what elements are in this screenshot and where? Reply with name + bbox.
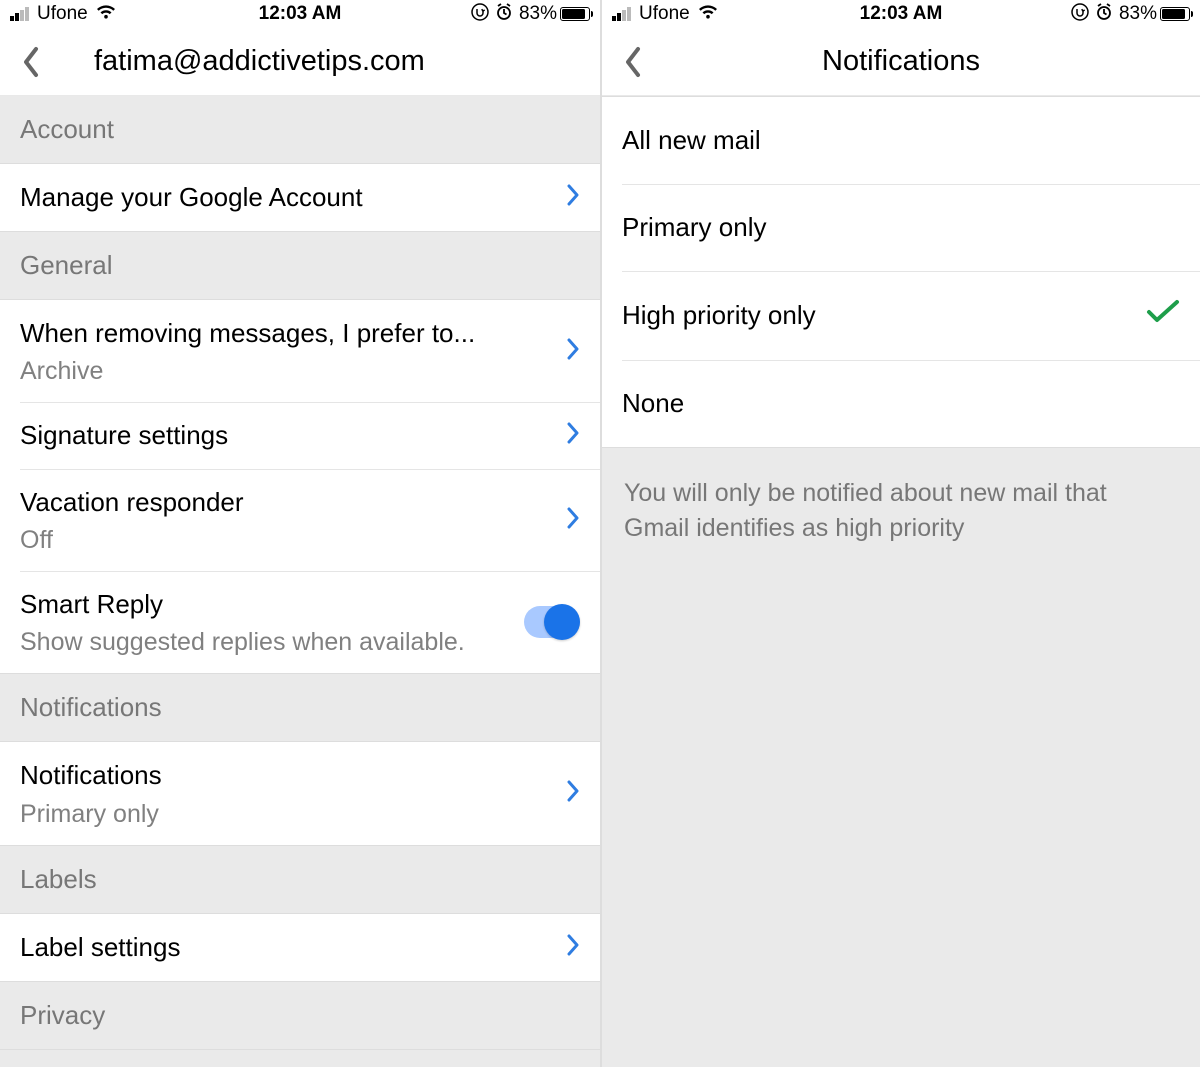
row-title: When removing messages, I prefer to... — [20, 316, 556, 351]
chevron-right-icon — [566, 422, 580, 449]
row-title: Smart Reply — [20, 587, 514, 622]
option-label: All new mail — [622, 125, 1180, 156]
back-button[interactable] — [8, 39, 54, 85]
orientation-lock-icon — [1071, 3, 1089, 26]
row-title: Manage your Google Account — [20, 180, 556, 215]
row-subtitle: Off — [20, 526, 556, 555]
option-primary-only[interactable]: Primary only — [602, 184, 1200, 271]
status-bar: Ufone 12:03 AM 83% — [0, 0, 600, 28]
battery-indicator: 83% — [519, 3, 590, 25]
option-label: High priority only — [622, 300, 1146, 331]
page-title: Notifications — [822, 45, 980, 78]
orientation-lock-icon — [471, 3, 489, 26]
row-manage-google-account[interactable]: Manage your Google Account — [0, 164, 600, 231]
row-signature-settings[interactable]: Signature settings — [0, 402, 600, 469]
option-high-priority-only[interactable]: High priority only — [602, 271, 1200, 360]
section-header-labels: Labels — [0, 845, 600, 914]
chevron-right-icon — [566, 184, 580, 211]
phone-notifications-options: Ufone 12:03 AM 83% Notifications — [600, 0, 1200, 1067]
nav-header: Notifications — [602, 28, 1200, 96]
chevron-right-icon — [566, 507, 580, 534]
section-header-account: Account — [0, 96, 600, 164]
wifi-icon — [698, 4, 718, 25]
row-remove-pref[interactable]: When removing messages, I prefer to... A… — [0, 300, 600, 402]
battery-indicator: 83% — [1119, 3, 1190, 25]
cell-signal-icon — [10, 7, 29, 21]
row-subtitle: Show suggested replies when available. — [20, 628, 514, 657]
status-right: 83% — [1071, 3, 1190, 26]
option-label: None — [622, 388, 1180, 419]
page-title: fatima@addictivetips.com — [94, 45, 425, 78]
cell-signal-icon — [612, 7, 631, 21]
row-smart-reply[interactable]: Smart Reply Show suggested replies when … — [0, 571, 600, 673]
notification-options-group: All new mail Primary only High priority … — [602, 96, 1200, 447]
section-header-privacy: Privacy — [0, 981, 600, 1050]
battery-percent: 83% — [1119, 3, 1157, 25]
option-explanation: You will only be notified about new mail… — [602, 447, 1200, 1067]
battery-icon — [560, 7, 590, 21]
section-header-notifications: Notifications — [0, 673, 600, 742]
option-label: Primary only — [622, 212, 1180, 243]
carrier-name: Ufone — [37, 3, 88, 25]
row-label-settings[interactable]: Label settings — [0, 914, 600, 981]
status-time: 12:03 AM — [860, 3, 943, 25]
row-title: Vacation responder — [20, 485, 556, 520]
check-icon — [1146, 299, 1180, 332]
row-title: Notifications — [20, 758, 556, 793]
option-all-new-mail[interactable]: All new mail — [602, 97, 1200, 184]
chevron-left-icon — [20, 45, 42, 79]
alarm-icon — [495, 3, 513, 26]
back-button[interactable] — [610, 39, 656, 85]
chevron-left-icon — [622, 45, 644, 79]
chevron-right-icon — [566, 934, 580, 961]
status-time: 12:03 AM — [259, 3, 342, 25]
status-right: 83% — [471, 3, 590, 26]
wifi-icon — [96, 4, 116, 25]
alarm-icon — [1095, 3, 1113, 26]
section-header-general: General — [0, 231, 600, 300]
status-left: Ufone — [10, 3, 116, 25]
smart-reply-toggle[interactable] — [524, 606, 580, 638]
status-bar: Ufone 12:03 AM 83% — [602, 0, 1200, 28]
phone-settings-account: Ufone 12:03 AM 83% fatima@addictivetips.… — [0, 0, 600, 1067]
row-title: Signature settings — [20, 418, 556, 453]
row-vacation-responder[interactable]: Vacation responder Off — [0, 469, 600, 571]
row-notifications[interactable]: Notifications Primary only — [0, 742, 600, 844]
carrier-name: Ufone — [639, 3, 690, 25]
battery-percent: 83% — [519, 3, 557, 25]
chevron-right-icon — [566, 780, 580, 807]
status-left: Ufone — [612, 3, 718, 25]
battery-icon — [1160, 7, 1190, 21]
row-subtitle: Primary only — [20, 800, 556, 829]
chevron-right-icon — [566, 338, 580, 365]
nav-header: fatima@addictivetips.com — [0, 28, 600, 96]
row-subtitle: Archive — [20, 357, 556, 386]
option-none[interactable]: None — [602, 360, 1200, 447]
row-title: Label settings — [20, 930, 556, 965]
